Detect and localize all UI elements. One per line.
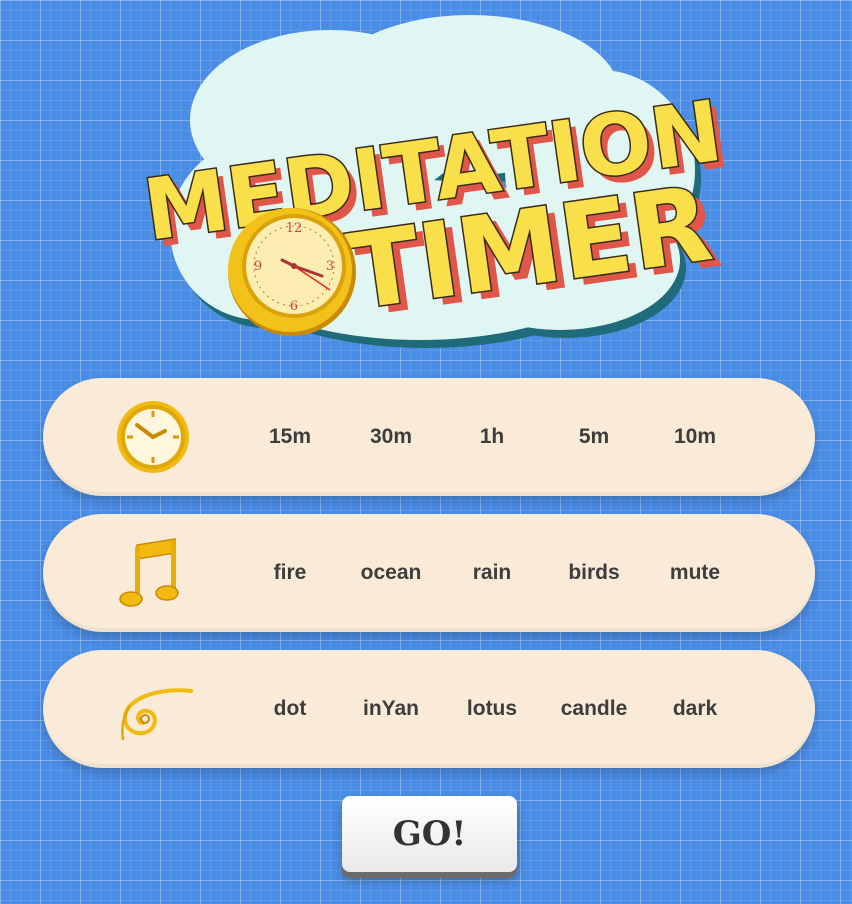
svg-text:3: 3 xyxy=(326,259,334,274)
duration-row: 15m 30m 1h 5m 10m xyxy=(43,378,815,496)
logo-clock-icon: 12 3 6 9 xyxy=(228,208,356,336)
svg-text:6: 6 xyxy=(290,299,298,314)
app-logo: MEDITATION MEDITATION TIMER TIMER 12 3 6… xyxy=(137,15,735,348)
option-birds[interactable]: birds xyxy=(544,514,644,632)
music-note-icon xyxy=(119,538,179,607)
svg-text:9: 9 xyxy=(254,259,262,274)
clock-icon xyxy=(117,401,189,473)
option-inyan[interactable]: inYan xyxy=(341,650,441,768)
svg-text:12: 12 xyxy=(286,221,303,236)
option-15m[interactable]: 15m xyxy=(240,378,340,496)
option-30m[interactable]: 30m xyxy=(341,378,441,496)
option-lotus[interactable]: lotus xyxy=(442,650,542,768)
option-mute[interactable]: mute xyxy=(645,514,745,632)
option-fire[interactable]: fire xyxy=(240,514,340,632)
option-1h[interactable]: 1h xyxy=(442,378,542,496)
option-10m[interactable]: 10m xyxy=(645,378,745,496)
option-dark[interactable]: dark xyxy=(645,650,745,768)
option-candle[interactable]: candle xyxy=(544,650,644,768)
spiral-icon xyxy=(121,688,193,741)
option-rain[interactable]: rain xyxy=(442,514,542,632)
option-dot[interactable]: dot xyxy=(240,650,340,768)
visual-row: dot inYan lotus candle dark xyxy=(43,650,815,768)
option-ocean[interactable]: ocean xyxy=(341,514,441,632)
sound-row: fire ocean rain birds mute xyxy=(43,514,815,632)
go-button[interactable]: GO! xyxy=(342,796,517,872)
option-5m[interactable]: 5m xyxy=(544,378,644,496)
